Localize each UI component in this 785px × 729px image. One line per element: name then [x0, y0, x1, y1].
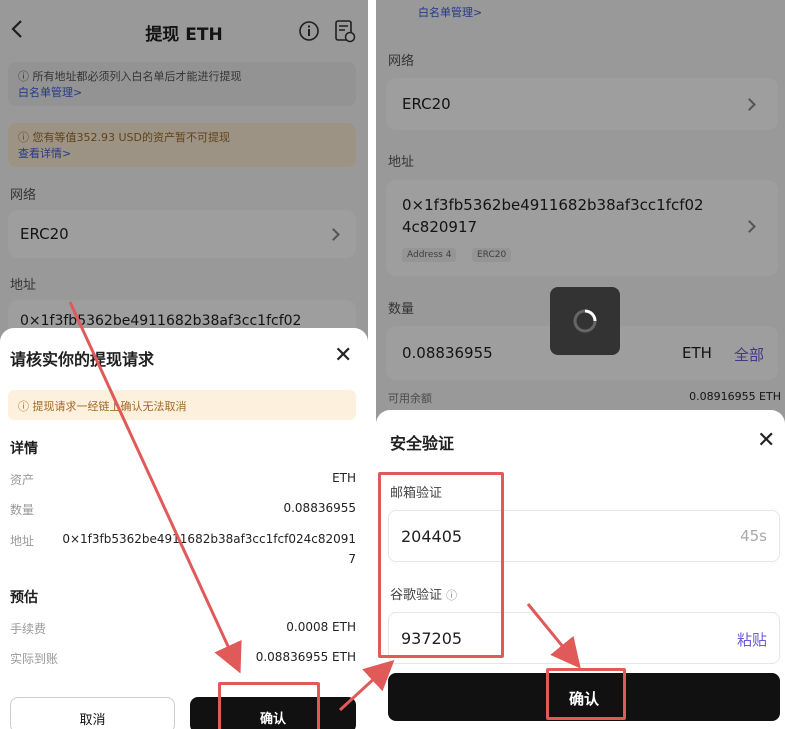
arrow-to-verification: [338, 659, 395, 712]
arrow-to-confirm: [68, 301, 242, 674]
arrow-to-security-confirm: [526, 603, 581, 669]
annotation-arrows: [68, 301, 581, 712]
